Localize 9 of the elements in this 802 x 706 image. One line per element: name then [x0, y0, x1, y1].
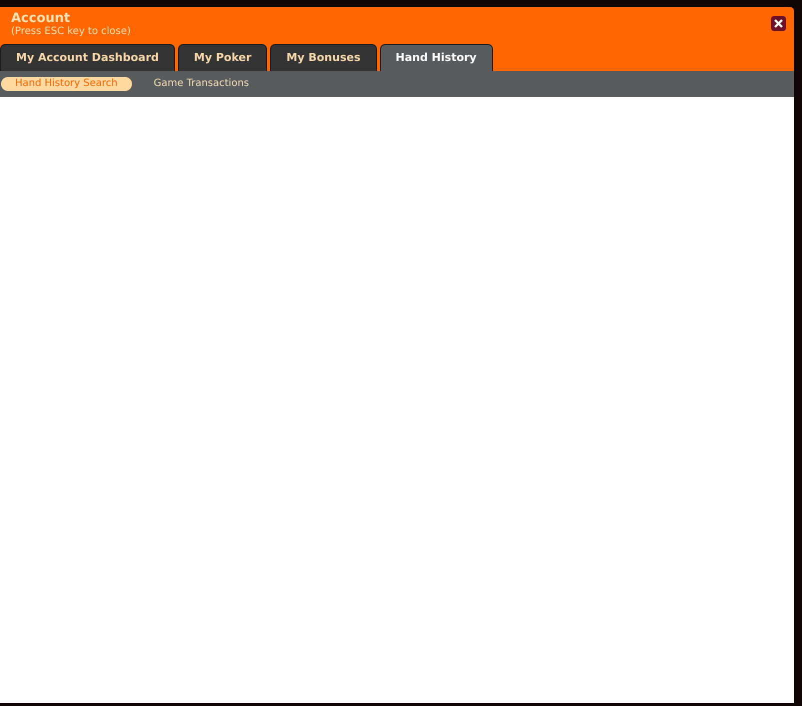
close-icon — [774, 19, 783, 28]
window-title: Account — [11, 12, 72, 26]
sub-tab[interactable]: Game Transactions — [140, 77, 263, 91]
tab[interactable]: My Poker — [178, 44, 268, 71]
close-button[interactable] — [771, 16, 786, 31]
tab[interactable]: Hand History — [380, 44, 493, 71]
window-subtitle: (Press ESC key to close) — [11, 26, 131, 38]
tab[interactable]: My Account Dashboard — [0, 44, 175, 71]
tab[interactable]: My Bonuses — [270, 44, 376, 71]
